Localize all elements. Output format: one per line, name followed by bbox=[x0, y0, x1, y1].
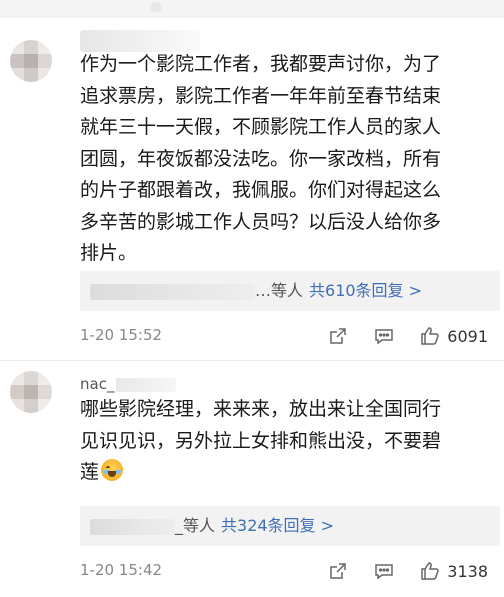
reply-count-link[interactable]: 共324条回复 > bbox=[221, 516, 334, 535]
like-count: 6091 bbox=[447, 326, 488, 346]
comment-item: nac_ 哪些影院经理，来来来，放出来让全国同行 见识见识，另外拉上女排和熊出没… bbox=[0, 361, 504, 597]
comment-text-body: 哪些影院经理，来来来，放出来让全国同行 见识见识，另外拉上女排和熊出没，不要碧 … bbox=[80, 398, 442, 483]
comment-text: 哪些影院经理，来来来，放出来让全国同行 见识见识，另外拉上女排和熊出没，不要碧 … bbox=[80, 394, 495, 489]
comment-icon[interactable] bbox=[373, 560, 395, 582]
share-icon[interactable] bbox=[327, 560, 349, 582]
avatar[interactable] bbox=[10, 40, 52, 82]
username-text: nac_ bbox=[80, 375, 115, 393]
like-count: 3138 bbox=[447, 561, 488, 581]
reply-summary[interactable]: …等人 共610条回复 > bbox=[80, 271, 500, 311]
reply-names-suffix: _等人 bbox=[175, 516, 216, 535]
top-strip bbox=[0, 0, 504, 18]
timestamp: 1-20 15:52 bbox=[80, 326, 163, 344]
reply-names-blurred bbox=[90, 283, 255, 300]
reply-count-link[interactable]: 共610条回复 > bbox=[309, 281, 422, 300]
comment-actions: 3138 bbox=[303, 558, 488, 584]
timestamp: 1-20 15:42 bbox=[80, 561, 163, 579]
like-icon[interactable] bbox=[419, 325, 441, 347]
crying-laughing-emoji-icon bbox=[101, 459, 124, 481]
username-blurred bbox=[116, 377, 177, 392]
share-icon[interactable] bbox=[327, 325, 349, 347]
comment-icon[interactable] bbox=[373, 325, 395, 347]
avatar[interactable] bbox=[10, 371, 52, 413]
reply-summary[interactable]: _等人 共324条回复 > bbox=[80, 506, 500, 546]
reply-names-blurred bbox=[90, 518, 175, 535]
comment-text: 作为一个影院工作者，我都要声讨你，为了 追求票房，影院工作者一年年前至春节结束 … bbox=[80, 53, 442, 264]
reply-names-suffix: …等人 bbox=[255, 281, 304, 300]
like-icon[interactable] bbox=[419, 560, 441, 582]
username[interactable]: nac_ bbox=[80, 373, 200, 395]
comment-actions: 6091 bbox=[303, 323, 488, 349]
scroll-indicator bbox=[150, 2, 162, 12]
comment-item: 作为一个影院工作者，我都要声讨你，为了 追求票房，影院工作者一年年前至春节结束 … bbox=[0, 18, 504, 360]
